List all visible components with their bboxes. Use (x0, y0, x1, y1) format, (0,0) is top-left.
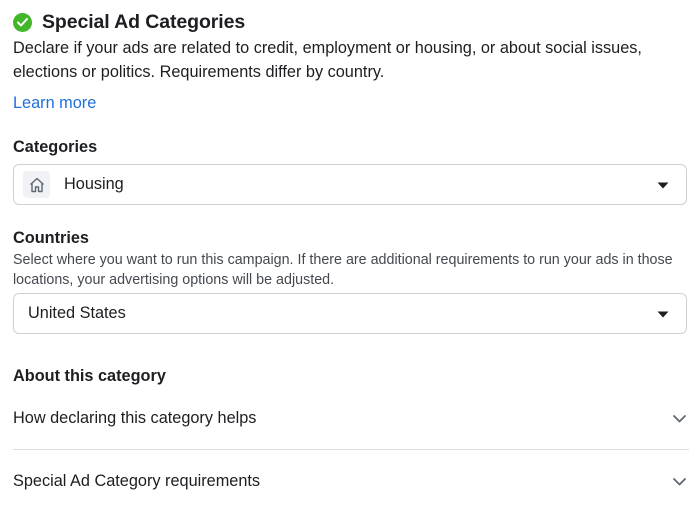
section-title: Special Ad Categories (42, 11, 246, 33)
accordion-how-declaring-helps[interactable]: How declaring this category helps (13, 406, 689, 430)
accordion-label: Special Ad Category requirements (13, 471, 261, 490)
section-description: Declare if your ads are related to credi… (13, 39, 642, 81)
countries-label: Countries (13, 229, 89, 247)
categories-label: Categories (13, 138, 98, 156)
chevron-down-icon (673, 409, 686, 428)
section-header: Special Ad Categories (13, 11, 245, 34)
house-icon (23, 171, 50, 198)
categories-select[interactable]: Housing (13, 164, 687, 205)
accordion-label: How declaring this category helps (13, 408, 257, 427)
learn-more-link[interactable]: Learn more (13, 94, 96, 113)
caret-down-icon (657, 176, 669, 194)
countries-select[interactable]: United States (13, 293, 687, 334)
countries-selected-value: United States (28, 304, 126, 322)
check-circle-icon (13, 13, 32, 32)
categories-selected-value: Housing (64, 175, 124, 193)
divider (13, 449, 689, 450)
chevron-down-icon (673, 472, 686, 491)
accordion-requirements[interactable]: Special Ad Category requirements (13, 469, 689, 493)
countries-help-text: Select where you want to run this campai… (13, 252, 673, 288)
about-heading: About this category (13, 367, 166, 385)
caret-down-icon (657, 305, 669, 323)
